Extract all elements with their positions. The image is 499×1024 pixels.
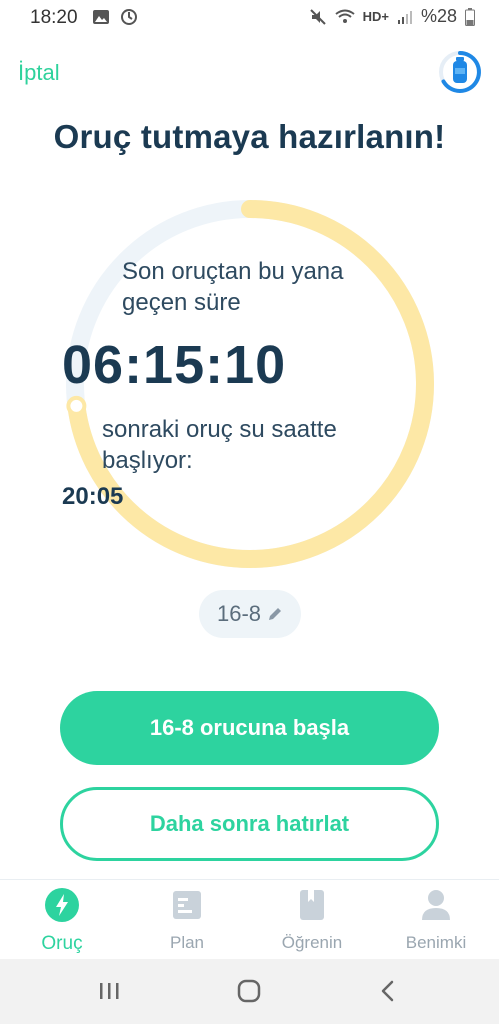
page-title: Oruç tutmaya hazırlanın! <box>53 118 446 155</box>
next-fast-time: 20:05 <box>62 483 124 510</box>
nav-item-plan[interactable]: Plan <box>125 888 249 960</box>
cancel-link[interactable]: İptal <box>18 60 60 86</box>
back-button[interactable] <box>368 975 408 1007</box>
battery-icon <box>465 7 475 26</box>
nav-label-learn: Öğrenin <box>281 933 343 952</box>
next-fast-label: sonraki oruç su saatte başlıyor: <box>102 416 337 474</box>
status-bar: 18:20 HD+ %28 <box>0 0 499 34</box>
home-icon <box>237 979 261 1003</box>
status-time: 18:20 <box>30 7 78 28</box>
ring-progress-knob <box>66 395 87 416</box>
remind-later-label: Daha sonra hatırlat <box>149 811 350 836</box>
nav-item-fast[interactable]: Oruç <box>0 888 124 960</box>
image-icon <box>93 10 109 24</box>
wifi-icon <box>334 9 355 23</box>
remind-later-button[interactable]: Daha sonra hatırlat <box>60 787 439 861</box>
elapsed-label: Son oruçtan bu yana geçen süre <box>122 258 344 316</box>
signal-icon <box>397 10 412 24</box>
nav-label-fast: Oruç <box>41 933 83 954</box>
profile-icon <box>422 890 450 920</box>
network-label: HD+ <box>362 9 389 24</box>
water-tracker-button[interactable] <box>436 46 484 98</box>
nav-label-plan: Plan <box>169 933 205 952</box>
fasting-timer-ring: Son oruçtan bu yana geçen süre 06:15:10 … <box>62 196 438 572</box>
plan-chip[interactable]: 16-8 <box>199 590 301 638</box>
battery-percent: %28 <box>420 6 457 26</box>
mute-icon <box>309 8 326 25</box>
nav-label-profile: Benimki <box>405 933 467 952</box>
plan-chip-label: 16-8 <box>216 601 262 626</box>
nav-item-learn[interactable]: Öğrenin <box>250 888 374 960</box>
book-icon <box>300 890 324 920</box>
water-bottle-icon <box>439 51 481 93</box>
system-nav-bar <box>0 959 499 1024</box>
lightning-icon <box>45 888 79 922</box>
elapsed-time: 06:15:10 <box>62 335 287 395</box>
recents-button[interactable] <box>89 975 129 1007</box>
pencil-icon <box>269 608 282 620</box>
start-fast-label: 16-8 orucuna başla <box>149 715 350 740</box>
sync-icon <box>121 9 137 25</box>
recents-icon <box>100 983 119 999</box>
plan-icon <box>173 891 201 919</box>
start-fast-button[interactable]: 16-8 orucuna başla <box>60 691 439 765</box>
home-button[interactable] <box>229 975 269 1007</box>
back-icon <box>381 980 394 1002</box>
bottom-nav: Oruç Plan Öğrenin Benimki <box>0 879 499 960</box>
nav-item-profile[interactable]: Benimki <box>374 888 498 960</box>
